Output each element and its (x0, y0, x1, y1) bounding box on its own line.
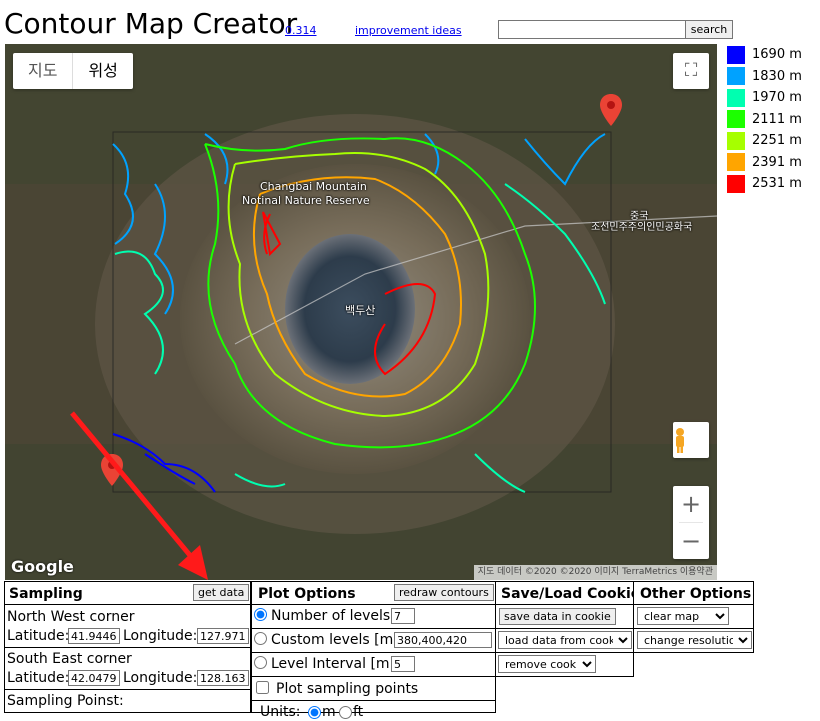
zoom-out-button[interactable]: − (673, 523, 709, 559)
place-label: Notinal Nature Reserve (242, 194, 370, 207)
legend-item: 2251 m (727, 130, 802, 152)
level-interval-radio[interactable] (254, 656, 267, 669)
cookie-panel: Save/Load Cookie save data in cookie loa… (495, 581, 640, 677)
unit-ft-label: ft (353, 704, 364, 720)
map-marker-icon[interactable] (600, 94, 622, 126)
improvement-ideas-link[interactable]: improvement ideas (355, 24, 462, 37)
place-label: Changbai Mountain (260, 180, 367, 193)
sampling-panel: Sampling get data North West corner Lati… (4, 581, 251, 713)
other-options-panel: Other Options clear map change resolutio… (633, 581, 754, 653)
cookie-title: Save/Load Cookie (501, 586, 641, 602)
legend-swatch (727, 174, 745, 193)
se-longitude-input[interactable] (197, 670, 249, 686)
remove-cookie-select[interactable]: remove cookie (498, 655, 596, 673)
legend-item: 1970 m (727, 87, 802, 109)
legend-label: 2251 m (752, 133, 802, 149)
tab-map[interactable]: 지도 (13, 53, 72, 89)
nw-lon-label: Longitude: (123, 628, 198, 644)
legend-swatch (727, 88, 745, 107)
fullscreen-icon[interactable]: ⛶ (673, 53, 709, 89)
number-of-levels-label: Number of levels: (271, 608, 395, 624)
get-data-button[interactable]: get data (193, 584, 250, 601)
zoom-control: + − (673, 486, 709, 559)
place-label: 조선민주주의인민공화국 (591, 222, 693, 233)
map-attribution[interactable]: 지도 데이터 ©2020 ©2020 이미지 TerraMetrics 이용약관 (473, 565, 717, 580)
se-lat-label: Latitude: (7, 670, 70, 686)
legend-label: 2531 m (752, 176, 802, 192)
units-label: Units: (260, 704, 301, 720)
legend-swatch (727, 45, 745, 64)
clear-map-select[interactable]: clear map (637, 607, 729, 625)
number-of-levels-input[interactable] (391, 608, 415, 624)
plot-sampling-points-checkbox[interactable] (256, 681, 269, 694)
legend-label: 2111 m (752, 111, 802, 127)
legend-label: 1830 m (752, 68, 802, 84)
search-button[interactable]: search (685, 20, 733, 39)
place-label: 백두산 (345, 304, 376, 317)
zoom-in-button[interactable]: + (673, 486, 709, 522)
legend-swatch (727, 153, 745, 172)
map-type-control: 지도 위성 (13, 53, 133, 89)
nw-lat-label: Latitude: (7, 628, 70, 644)
se-lon-label: Longitude: (123, 670, 198, 686)
search-input[interactable] (498, 20, 688, 39)
contour-legend: 1690 m 1830 m 1970 m 2111 m 2251 m 2391 … (727, 44, 802, 195)
sampling-title: Sampling (9, 586, 83, 602)
custom-levels-radio[interactable] (254, 632, 267, 645)
plot-options-title: Plot Options (258, 586, 356, 602)
legend-item: 2531 m (727, 173, 802, 195)
legend-label: 1970 m (752, 90, 802, 106)
nw-longitude-input[interactable] (197, 628, 249, 644)
legend-label: 2391 m (752, 154, 802, 170)
save-cookie-button[interactable]: save data in cookie (499, 608, 616, 625)
legend-item: 2391 m (727, 152, 802, 174)
plot-sampling-points-label: Plot sampling points (276, 681, 419, 697)
red-arrow-annotation (70, 411, 208, 580)
load-cookie-select[interactable]: load data from cookie (498, 631, 632, 649)
page-title: Contour Map Creator (4, 7, 298, 40)
se-corner-label: South East corner (7, 651, 132, 667)
custom-levels-input[interactable] (394, 632, 492, 648)
legend-label: 1690 m (752, 47, 802, 63)
custom-levels-label: Custom levels [m]: (271, 632, 404, 648)
nw-corner-label: North West corner (7, 609, 135, 625)
number-of-levels-radio[interactable] (254, 608, 267, 621)
legend-swatch (727, 131, 745, 150)
nw-latitude-input[interactable] (68, 628, 120, 644)
level-interval-input[interactable] (391, 656, 415, 672)
tab-satellite[interactable]: 위성 (72, 53, 132, 89)
legend-item: 2111 m (727, 109, 802, 131)
legend-item: 1690 m (727, 44, 802, 66)
legend-swatch (727, 67, 745, 86)
change-resolution-select[interactable]: change resolution (637, 631, 752, 649)
plot-options-panel: Plot Options redraw contours Number of l… (251, 581, 496, 720)
version-link[interactable]: 0.314 (285, 24, 317, 37)
se-latitude-input[interactable] (68, 670, 120, 686)
legend-item: 1830 m (727, 66, 802, 88)
legend-swatch (727, 110, 745, 129)
level-interval-label: Level Interval [m]: (271, 656, 400, 672)
unit-m-label: m (322, 704, 336, 720)
other-options-title: Other Options (640, 586, 752, 602)
sampling-points-label: Sampling Poinst: (7, 693, 124, 709)
redraw-contours-button[interactable]: redraw contours (394, 584, 494, 601)
street-view-pegman-icon[interactable] (673, 422, 709, 458)
